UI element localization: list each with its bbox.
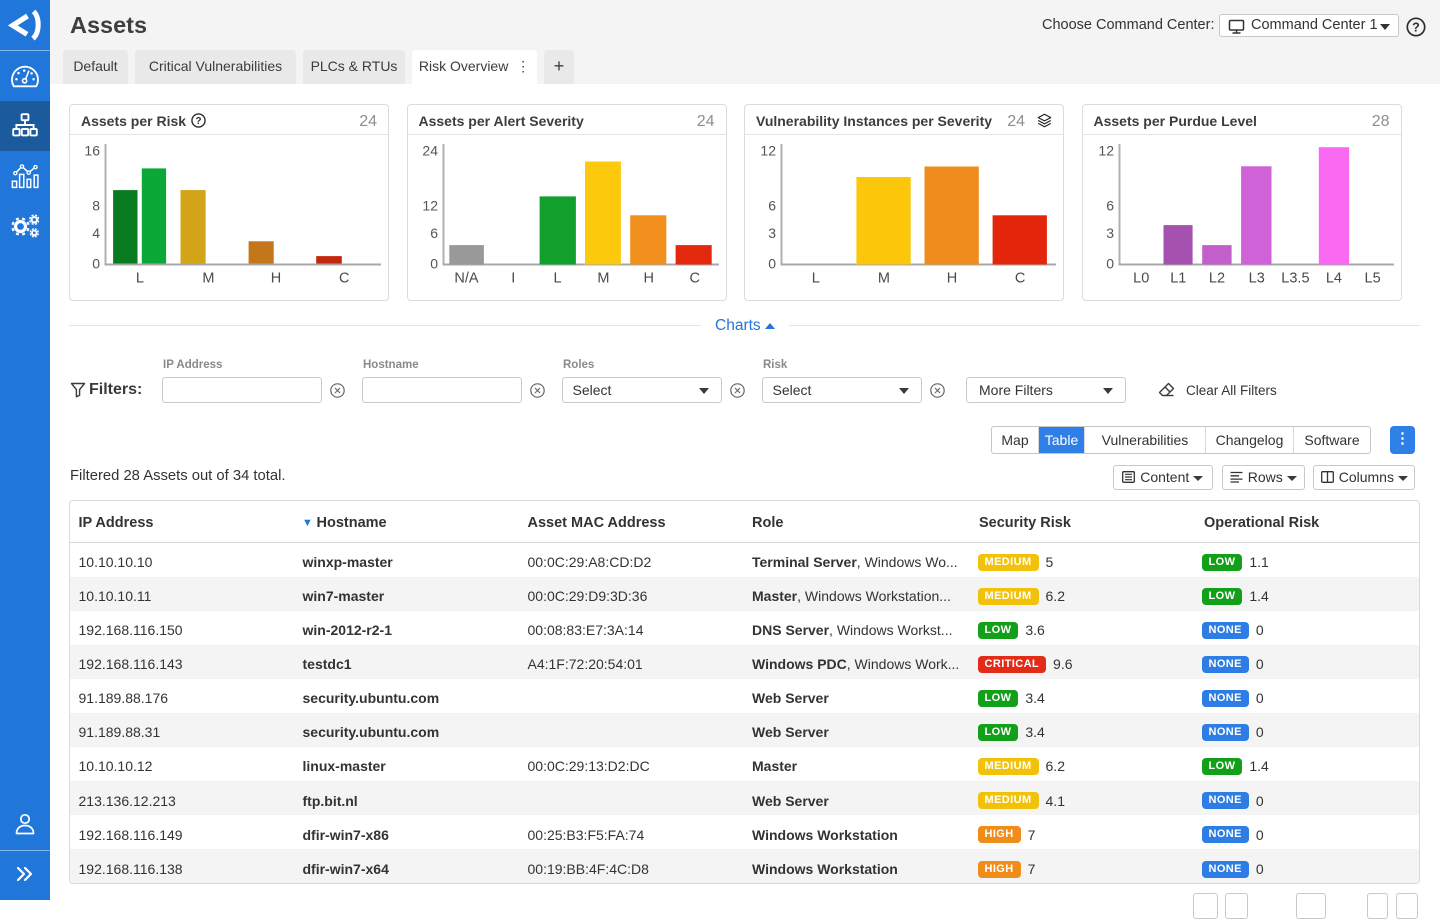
svg-text:12: 12: [760, 143, 776, 159]
svg-text:I: I: [511, 271, 515, 287]
svg-text:L3.5: L3.5: [1281, 271, 1309, 287]
svg-text:H: H: [643, 271, 653, 287]
svg-text:16: 16: [84, 143, 100, 159]
svg-text:H: H: [947, 271, 957, 287]
svg-text:L0: L0: [1133, 271, 1149, 287]
svg-text:12: 12: [422, 198, 438, 214]
svg-text:?: ?: [195, 116, 201, 127]
svg-text:0: 0: [1106, 256, 1114, 272]
svg-text:L: L: [136, 271, 144, 287]
svg-text:24: 24: [422, 143, 438, 159]
svg-text:6: 6: [768, 198, 776, 214]
svg-text:6: 6: [430, 225, 438, 241]
svg-text:3: 3: [1106, 225, 1114, 241]
svg-text:L4: L4: [1325, 271, 1341, 287]
svg-text:L5: L5: [1364, 271, 1380, 287]
svg-text:4: 4: [92, 225, 100, 241]
svg-text:6: 6: [1106, 198, 1114, 214]
svg-text:M: M: [202, 271, 214, 287]
svg-text:L2: L2: [1208, 271, 1224, 287]
svg-text:M: M: [597, 271, 609, 287]
svg-text:N/A: N/A: [454, 271, 479, 287]
svg-text:0: 0: [768, 256, 776, 272]
svg-text:12: 12: [1098, 143, 1114, 159]
svg-text:L1: L1: [1170, 271, 1186, 287]
svg-text:0: 0: [92, 256, 100, 272]
svg-text:3: 3: [768, 225, 776, 241]
svg-text:L: L: [553, 271, 561, 287]
svg-text:C: C: [1015, 271, 1025, 287]
svg-text:L3: L3: [1248, 271, 1264, 287]
svg-text:0: 0: [430, 256, 438, 272]
svg-text:L: L: [812, 271, 820, 287]
svg-text:8: 8: [92, 198, 100, 214]
svg-text:M: M: [878, 271, 890, 287]
svg-text:?: ?: [1412, 20, 1420, 34]
svg-text:H: H: [271, 271, 281, 287]
svg-text:C: C: [689, 271, 699, 287]
svg-text:C: C: [339, 271, 349, 287]
